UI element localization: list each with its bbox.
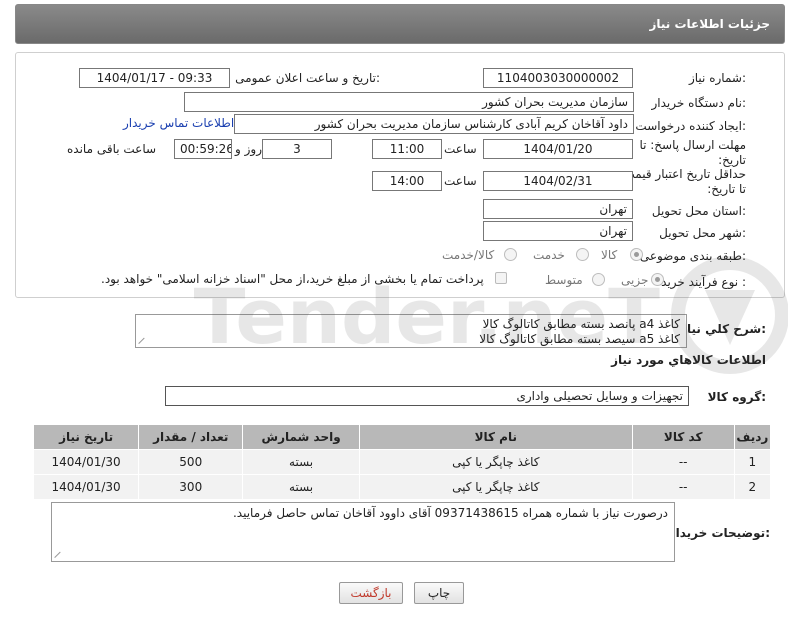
goods-group-field: تجهیزات و وسایل تحصیلی واداری: [165, 386, 689, 406]
table-row: 1 -- کاغذ چاپگر یا کپی بسته 500 1404/01/…: [32, 449, 772, 475]
goods-name: کاغذ چاپگر یا کپی: [358, 474, 633, 500]
goods-quantity: 300: [138, 474, 244, 500]
description-label: شرح کلي نياز:: [680, 322, 766, 336]
reply-time-label: ساعت: [444, 142, 477, 156]
column-header: تاریخ نیاز: [32, 424, 140, 450]
reply-deadline-label: مهلت ارسال پاسخ: تا تاریخ:: [639, 138, 746, 167]
goods-code: --: [631, 474, 735, 500]
process-option-medium: متوسط: [545, 273, 583, 287]
goods-need-date: 1404/01/30: [32, 474, 140, 500]
buyer-notes-text: درصورت نیاز با شماره همراه 09371438615 آ…: [232, 506, 668, 520]
back-button[interactable]: بازگشت: [339, 582, 403, 604]
page-title: جزئیات اطلاعات نیاز: [649, 17, 770, 31]
buyer-org-field: سازمان مدیریت بحران کشور: [184, 92, 634, 112]
need-number-label: شماره نیاز:: [688, 71, 746, 85]
goods-unit: بسته: [242, 449, 360, 475]
days-count-field: 3: [262, 139, 332, 159]
creator-field: داود آقاخان کریم آبادی کارشناس سازمان مد…: [234, 114, 634, 134]
validity-date-field: 1404/02/31: [483, 171, 633, 191]
city-label: شهر محل تحویل:: [659, 226, 746, 240]
reply-date-field: 1404/01/20: [483, 139, 633, 159]
category-radio-goods[interactable]: [630, 248, 643, 261]
category-option-service: خدمت: [533, 248, 565, 262]
goods-code: --: [631, 449, 735, 475]
category-option-goods-service: کالا/خدمت: [442, 248, 495, 262]
description-textarea[interactable]: کاغذ a4 پانصد بسته مطابق کاتالوگ کالا کا…: [135, 314, 687, 348]
announce-label: تاریخ و ساعت اعلان عمومی:: [235, 71, 380, 85]
goods-section-title: اطلاعات کالاهاي مورد نياز: [611, 353, 766, 367]
goods-quantity: 500: [138, 449, 244, 475]
buyer-org-label: نام دستگاه خریدار:: [651, 96, 747, 110]
column-header: ردیف: [733, 424, 772, 450]
column-header: واحد شمارش: [242, 424, 360, 450]
page-header: جزئیات اطلاعات نیاز: [15, 4, 785, 44]
goods-name: کاغذ چاپگر یا کپی: [358, 449, 633, 475]
category-radio-service[interactable]: [576, 248, 589, 261]
column-header: تعداد / مقدار: [138, 424, 244, 450]
goods-need-date: 1404/01/30: [32, 449, 140, 475]
need-number-field: 1104003030000002: [483, 68, 633, 88]
goods-unit: بسته: [242, 474, 360, 500]
row-number: 1: [733, 449, 772, 475]
print-button[interactable]: چاپ: [414, 582, 464, 604]
goods-table: ردیف کد کالا نام کالا واحد شمارش تعداد /…: [32, 424, 772, 500]
treasury-payment-note: پرداخت تمام یا بخشی از مبلغ خرید،از محل …: [101, 272, 484, 286]
remaining-time-field: 00:59:26: [174, 139, 232, 159]
announce-field: 1404/01/17 - 09:33: [79, 68, 230, 88]
goods-group-label: گروه کالا:: [707, 390, 766, 404]
day-and-label: روز و: [235, 142, 262, 156]
validity-time-label: ساعت: [444, 174, 477, 188]
category-label: طبقه بندی موضوعی:: [639, 249, 746, 263]
buyer-notes-label: توضیحات خریدار:: [668, 526, 770, 540]
validity-time-field: 14:00: [372, 171, 442, 191]
column-header: نام کالا: [358, 424, 633, 450]
column-header: کد کالا: [631, 424, 735, 450]
remaining-time-label: ساعت باقی مانده: [67, 142, 157, 156]
province-field: تهران: [483, 199, 633, 219]
table-row: 2 -- کاغذ چاپگر یا کپی بسته 300 1404/01/…: [32, 474, 772, 500]
resize-handle-icon[interactable]: [139, 336, 147, 344]
reply-time-field: 11:00: [372, 139, 442, 159]
category-option-goods: کالا: [601, 248, 618, 262]
treasury-payment-checkbox[interactable]: [495, 272, 507, 284]
city-field: تهران: [483, 221, 633, 241]
row-number: 2: [733, 474, 772, 500]
category-radio-goods-service[interactable]: [504, 248, 517, 261]
description-line: کاغذ a4 پانصد بسته مطابق کاتالوگ کالا: [482, 317, 680, 331]
province-label: استان محل تحویل:: [651, 204, 746, 218]
price-validity-label: حداقل تاریخ اعتبار قیمت: تا تاریخ:: [619, 167, 746, 196]
buyer-notes-textarea[interactable]: درصورت نیاز با شماره همراه 09371438615 آ…: [51, 502, 675, 562]
process-label: نوع فرآیند خرید :: [661, 275, 746, 289]
resize-handle-icon[interactable]: [55, 550, 63, 558]
process-radio-minor[interactable]: [651, 273, 664, 286]
buyer-contact-link[interactable]: اطلاعات تماس خریدار: [123, 116, 234, 130]
process-radio-medium[interactable]: [592, 273, 605, 286]
creator-label: ایجاد کننده درخواست:: [635, 119, 746, 133]
process-option-minor: جزیی: [621, 273, 649, 287]
description-line: کاغذ a5 سیصد بسته مطابق کاتالوگ کالا: [479, 332, 680, 346]
